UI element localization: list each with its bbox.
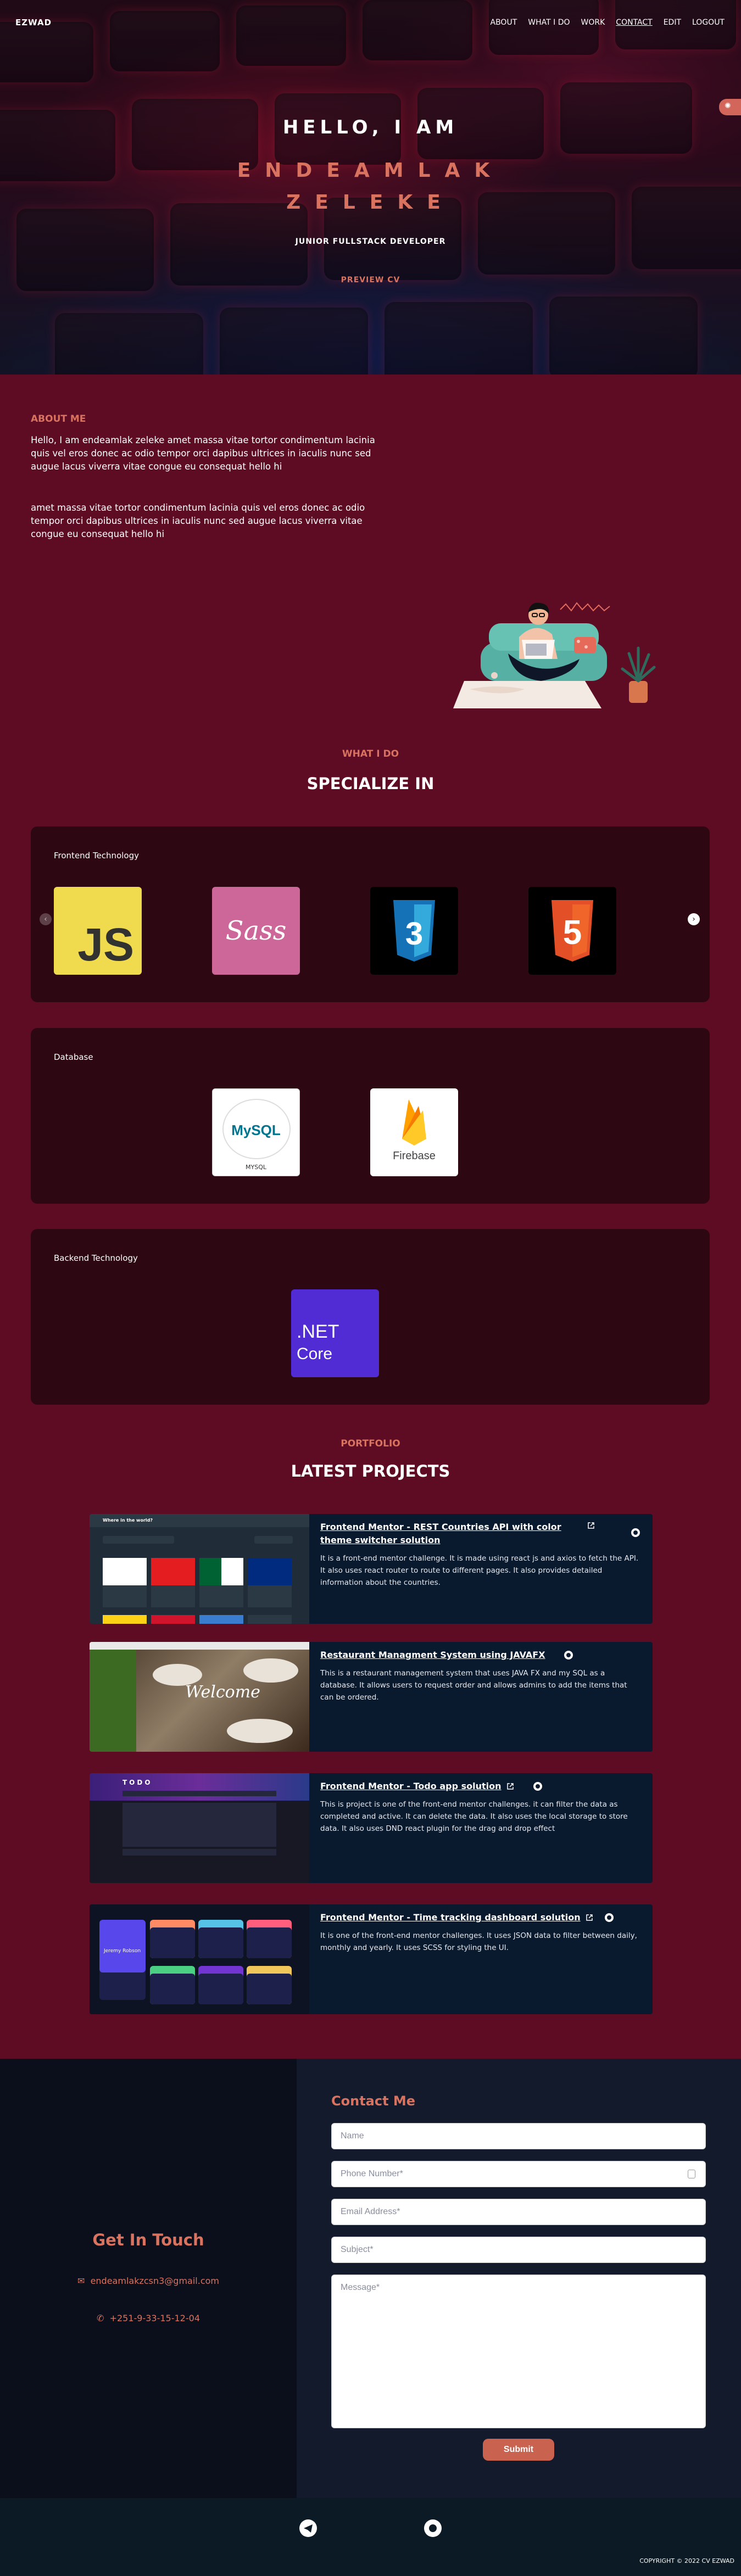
phone-icon: ✆ [96,2313,104,2323]
message-field[interactable] [331,2275,706,2428]
project-thumbnail[interactable]: Jeremy Robson [90,1904,309,2014]
skill-card-title: Frontend Technology [54,851,139,860]
hero-greeting: HELLO, I AM [282,116,459,138]
skill-card-backend: Backend Technology .NET Core [31,1229,710,1405]
contact-phone[interactable]: +251-9-33-15-12-04 [110,2313,200,2323]
nav-contact[interactable]: CONTACT [616,18,652,27]
project-card: Jeremy Robson Frontend Mentor - Time tra… [90,1904,653,2014]
dotnet-core-logo: .NET Core [291,1289,379,1377]
projects-subtitle: PORTFOLIO [341,1438,400,1449]
chevron-right-icon[interactable]: › [688,913,700,925]
projects-title: LATEST PROJECTS [291,1462,450,1480]
email-field[interactable] [331,2199,706,2225]
project-card: Where in the world? Frontend Mentor - RE… [90,1514,653,1624]
hero-last-name: ZELEKE [286,191,455,214]
project-card: TODO Frontend Mentor - Todo app solution… [90,1773,653,1883]
project-card: Welcome Restaurant Managment System usin… [90,1642,653,1752]
nav-about[interactable]: ABOUT [491,18,517,27]
subject-field[interactable] [331,2237,706,2263]
preview-cv-link[interactable]: PREVIEW CV [0,276,741,284]
project-description: It is a front-end mentor challenge. It i… [320,1554,639,1587]
theme-toggle-button[interactable] [719,99,741,115]
sass-logo: Sass [212,887,300,975]
external-link-icon[interactable] [586,1914,593,1921]
navbar: EZWAD ABOUT WHAT I DO WORK CONTACT EDIT … [0,0,741,46]
project-thumbnail[interactable]: TODO [90,1773,309,1883]
nav-what-i-do[interactable]: WHAT I DO [528,18,570,27]
contact-card-icon [688,2170,695,2178]
brand-logo[interactable]: EZWAD [15,18,52,27]
firebase-logo: Firebase [370,1088,458,1176]
name-field[interactable] [331,2123,706,2149]
project-description: This is project is one of the front-end … [320,1800,628,1833]
github-icon[interactable] [424,2519,442,2537]
github-icon[interactable] [533,1782,542,1791]
external-link-icon[interactable] [587,1522,595,1529]
telegram-icon[interactable] [299,2519,317,2537]
footer: COPYRIGHT © 2022 CV EZWAD [0,2498,741,2576]
github-icon[interactable] [564,1651,573,1659]
contact-form-title: Contact Me [331,2093,416,2109]
js-logo: JS [54,887,142,975]
nav-menu: ABOUT WHAT I DO WORK CONTACT EDIT LOGOUT [491,18,725,27]
skills-title: SPECIALIZE IN [307,774,434,793]
phone-field[interactable] [331,2161,706,2187]
skills-subtitle: WHAT I DO [342,748,399,759]
project-thumbnail[interactable]: Where in the world? [90,1514,309,1624]
project-thumbnail[interactable]: Welcome [90,1642,309,1752]
about-title: ABOUT ME [31,413,86,424]
external-link-icon[interactable] [506,1782,514,1790]
submit-button[interactable]: Submit [483,2439,554,2461]
copyright-text: COPYRIGHT © 2022 CV EZWAD [639,2557,734,2564]
hero-first-name: ENDEAMLAK [237,159,504,182]
skill-card-title: Database [54,1052,93,1062]
get-in-touch-title: Get In Touch [92,2231,204,2249]
project-title-link[interactable]: Frontend Mentor - Time tracking dashboar… [320,1912,581,1923]
project-title-link[interactable]: Frontend Mentor - Todo app solution [320,1781,502,1791]
html5-logo: 5 [528,887,616,975]
about-paragraph: Hello, I am endeamlak zeleke amet massa … [31,435,375,472]
hero-role: JUNIOR FULLSTACK DEVELOPER [295,237,446,246]
mysql-logo: MySQL MYSQL [212,1088,300,1176]
skill-card-database: Database MySQL MYSQL Firebase [31,1028,710,1204]
contact-email[interactable]: endeamlakzcsn3@gmail.com [91,2276,219,2286]
github-icon[interactable] [605,1913,614,1922]
github-icon[interactable] [631,1528,640,1537]
project-description: It is one of the front-end mentor challe… [320,1931,637,1952]
project-title-link[interactable]: Restaurant Managment System using JAVAFX [320,1650,545,1660]
nav-logout[interactable]: LOGOUT [692,18,725,27]
project-title-link[interactable]: Frontend Mentor - REST Countries API wit… [320,1522,561,1545]
nav-edit[interactable]: EDIT [664,18,681,27]
mail-icon: ✉ [77,2276,85,2286]
about-paragraph: amet massa vitae tortor condimentum laci… [31,502,365,539]
chevron-left-icon[interactable]: ‹ [40,913,52,925]
hero-section: EZWAD ABOUT WHAT I DO WORK CONTACT EDIT … [0,0,741,375]
developer-illustration [453,602,656,708]
css3-logo: 3 [370,887,458,975]
project-description: This is a restaurant management system t… [320,1669,627,1702]
skill-card-title: Backend Technology [54,1253,138,1263]
nav-work[interactable]: WORK [581,18,605,27]
skill-card-frontend: Frontend Technology ‹ › JS Sass 3 5 [31,826,710,1002]
